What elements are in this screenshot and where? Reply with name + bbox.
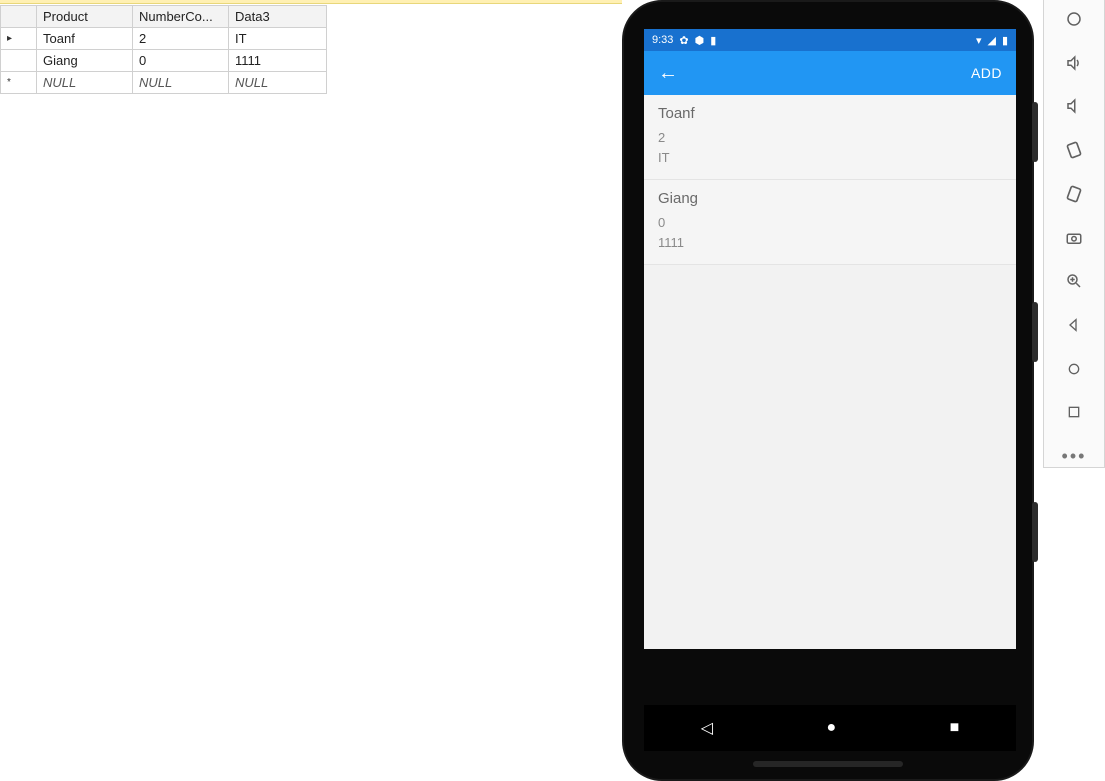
db-results-grid[interactable]: Product NumberCo... Data3 ▸ Toanf 2 IT G… bbox=[0, 5, 327, 94]
power-icon[interactable] bbox=[1062, 8, 1086, 30]
list-item-title: Giang bbox=[658, 190, 1002, 207]
volume-up-icon[interactable] bbox=[1062, 52, 1086, 74]
list-item[interactable]: Toanf 2 IT bbox=[644, 95, 1016, 180]
table-row[interactable]: ▸ Toanf 2 IT bbox=[1, 28, 327, 50]
cell-data3[interactable]: NULL bbox=[229, 72, 327, 94]
android-nav-bar: ◁ ● ■ bbox=[644, 705, 1016, 751]
home-icon[interactable] bbox=[1062, 358, 1086, 380]
row-marker: ▸ bbox=[1, 28, 37, 50]
row-selector-header bbox=[1, 6, 37, 28]
cell-product[interactable]: NULL bbox=[37, 72, 133, 94]
volume-down-icon[interactable] bbox=[1062, 95, 1086, 117]
cell-number[interactable]: 0 bbox=[133, 50, 229, 72]
table-row-new[interactable]: * NULL NULL NULL bbox=[1, 72, 327, 94]
camera-icon[interactable] bbox=[1062, 227, 1086, 249]
device-speaker-grill bbox=[753, 761, 903, 767]
row-marker: * bbox=[1, 72, 37, 94]
list-item-title: Toanf bbox=[658, 105, 1002, 122]
emulator-device-frame: 9:33 ✿ ⬢ ▮ ▾ ◢ ▮ ← ADD Toanf 2 IT Giang bbox=[622, 0, 1034, 781]
rotate-left-icon[interactable] bbox=[1062, 139, 1086, 161]
back-arrow-icon[interactable]: ← bbox=[658, 63, 678, 83]
signal-icon: ◢ bbox=[987, 34, 995, 47]
add-button[interactable]: ADD bbox=[971, 65, 1002, 81]
gear-icon: ✿ bbox=[679, 34, 688, 47]
zoom-in-icon[interactable] bbox=[1062, 270, 1086, 292]
cell-number[interactable]: NULL bbox=[133, 72, 229, 94]
cell-data3[interactable]: 1111 bbox=[229, 50, 327, 72]
cell-number[interactable]: 2 bbox=[133, 28, 229, 50]
list-item-line2: 1111 bbox=[658, 233, 1002, 253]
col-header-product[interactable]: Product bbox=[37, 6, 133, 28]
device-side-button bbox=[1032, 502, 1038, 562]
nav-back-icon[interactable]: ◁ bbox=[701, 718, 713, 738]
sim-icon: ▮ bbox=[710, 34, 716, 47]
top-highlight-strip bbox=[0, 0, 622, 4]
more-icon[interactable]: ••• bbox=[1062, 445, 1086, 467]
back-icon[interactable] bbox=[1062, 314, 1086, 336]
shield-icon: ⬢ bbox=[695, 34, 705, 47]
list-item-line2: IT bbox=[658, 148, 1002, 168]
list-item-line1: 2 bbox=[658, 128, 1002, 148]
nav-home-icon[interactable]: ● bbox=[826, 719, 836, 737]
rotate-right-icon[interactable] bbox=[1062, 183, 1086, 205]
wifi-icon: ▾ bbox=[976, 34, 982, 47]
records-list[interactable]: Toanf 2 IT Giang 0 1111 bbox=[644, 95, 1016, 265]
overview-icon[interactable] bbox=[1062, 402, 1086, 424]
battery-icon: ▮ bbox=[1002, 34, 1008, 47]
status-time: 9:33 bbox=[652, 34, 673, 46]
header-row: Product NumberCo... Data3 bbox=[1, 6, 327, 28]
cell-product[interactable]: Toanf bbox=[37, 28, 133, 50]
app-bar: ← ADD bbox=[644, 51, 1016, 95]
cell-data3[interactable]: IT bbox=[229, 28, 327, 50]
col-header-number[interactable]: NumberCo... bbox=[133, 6, 229, 28]
device-screen[interactable]: 9:33 ✿ ⬢ ▮ ▾ ◢ ▮ ← ADD Toanf 2 IT Giang bbox=[644, 29, 1016, 649]
list-item-line1: 0 bbox=[658, 213, 1002, 233]
col-header-data3[interactable]: Data3 bbox=[229, 6, 327, 28]
device-side-button bbox=[1032, 302, 1038, 362]
row-marker bbox=[1, 50, 37, 72]
android-status-bar: 9:33 ✿ ⬢ ▮ ▾ ◢ ▮ bbox=[644, 29, 1016, 51]
list-item[interactable]: Giang 0 1111 bbox=[644, 180, 1016, 265]
emulator-toolbar: ••• bbox=[1043, 0, 1105, 468]
nav-recent-icon[interactable]: ■ bbox=[950, 719, 960, 737]
table-row[interactable]: Giang 0 1111 bbox=[1, 50, 327, 72]
device-side-button bbox=[1032, 102, 1038, 162]
cell-product[interactable]: Giang bbox=[37, 50, 133, 72]
